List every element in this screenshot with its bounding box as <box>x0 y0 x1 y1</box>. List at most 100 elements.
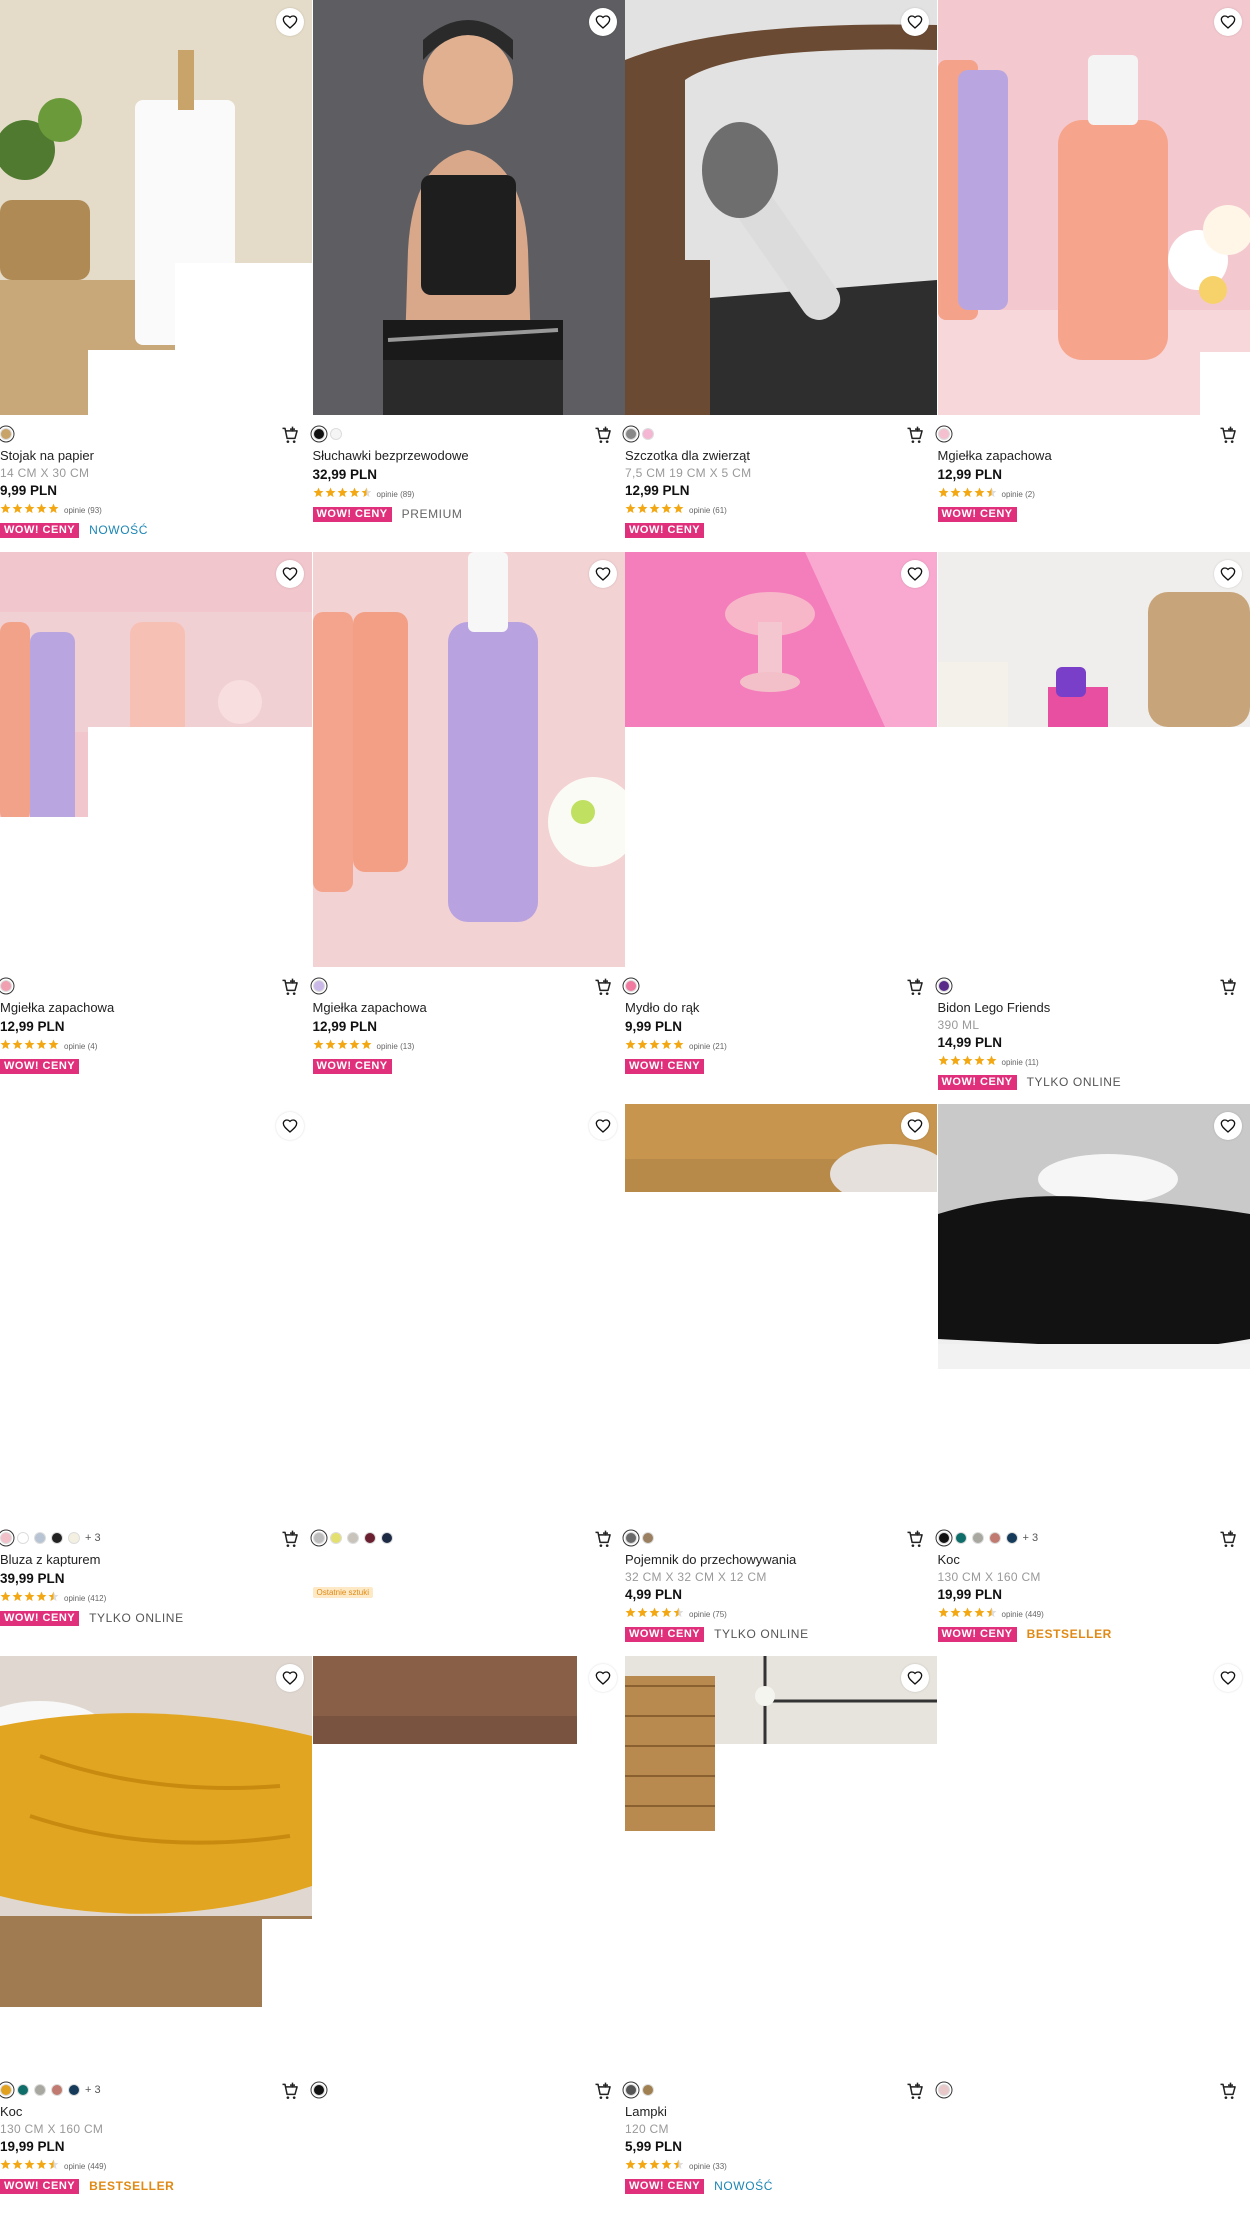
color-swatch[interactable] <box>937 980 950 992</box>
product-card[interactable]: Mgiełka zapachowa 12,99 PLN opinie (13) WOW… <box>312 552 625 1104</box>
color-swatch[interactable] <box>312 2084 325 2096</box>
color-swatch[interactable] <box>625 428 637 440</box>
review-count[interactable]: opinie (449) <box>1002 1610 1044 1619</box>
heart-icon[interactable] <box>1213 8 1242 36</box>
product-image[interactable] <box>937 0 1250 415</box>
heart-icon[interactable] <box>901 1112 929 1140</box>
product-image[interactable] <box>625 1656 937 2071</box>
product-card[interactable]: + 3 Bluza z kapturem 39,99 PLN opinie (412)… <box>0 1104 312 1656</box>
color-swatch[interactable] <box>329 428 342 440</box>
review-count[interactable]: opinie (93) <box>64 506 102 515</box>
color-swatch[interactable] <box>0 2084 12 2096</box>
heart-icon[interactable] <box>901 1664 929 1692</box>
add-to-cart-icon[interactable] <box>905 2081 925 2101</box>
color-swatch[interactable] <box>329 1532 342 1544</box>
product-image[interactable] <box>625 0 937 415</box>
color-swatch[interactable] <box>0 428 12 440</box>
product-card[interactable]: Lampki 120 CM 5,99 PLN opinie (33) WOW! CENY… <box>625 1656 937 2208</box>
add-to-cart-icon[interactable] <box>280 2081 300 2101</box>
product-image[interactable] <box>312 552 625 967</box>
product-image[interactable] <box>0 0 312 415</box>
heart-icon[interactable] <box>276 8 304 36</box>
product-card[interactable]: Stojak na papier 14 CM X 30 CM 9,99 PLN opi… <box>0 0 312 552</box>
color-swatch[interactable] <box>937 428 950 440</box>
color-swatch[interactable] <box>312 428 325 440</box>
color-swatch[interactable] <box>0 1532 12 1544</box>
color-swatch[interactable] <box>312 1532 325 1544</box>
review-count[interactable]: opinie (89) <box>377 490 415 499</box>
product-image[interactable] <box>937 552 1250 967</box>
color-swatch[interactable] <box>625 1532 637 1544</box>
more-colors[interactable]: + 3 <box>1023 1532 1039 1544</box>
product-card[interactable]: + 3 Koc 130 CM X 160 CM 19,99 PLN opinie (44… <box>937 1104 1250 1656</box>
heart-icon[interactable] <box>588 560 617 588</box>
heart-icon[interactable] <box>1213 1112 1242 1140</box>
color-swatch[interactable] <box>346 1532 359 1544</box>
color-swatch[interactable] <box>971 1532 984 1544</box>
heart-icon[interactable] <box>588 1664 617 1692</box>
color-swatch[interactable] <box>34 2084 46 2096</box>
heart-icon[interactable] <box>276 1664 304 1692</box>
product-name[interactable]: Pojemnik do przechowywania <box>625 1551 937 1569</box>
color-swatch[interactable] <box>51 2084 63 2096</box>
product-image[interactable] <box>312 0 625 415</box>
color-swatch[interactable] <box>68 2084 80 2096</box>
product-name[interactable]: Bidon Lego Friends <box>938 999 1250 1017</box>
product-card[interactable] <box>937 1656 1250 2208</box>
product-card[interactable]: Mgiełka zapachowa 12,99 PLN opinie (2) WOW!… <box>937 0 1250 552</box>
color-swatch[interactable] <box>17 2084 29 2096</box>
heart-icon[interactable] <box>901 8 929 36</box>
add-to-cart-icon[interactable] <box>280 1529 300 1549</box>
more-colors[interactable]: + 3 <box>85 2084 101 2096</box>
add-to-cart-icon[interactable] <box>1218 977 1238 997</box>
review-count[interactable]: opinie (2) <box>1002 490 1035 499</box>
more-colors[interactable]: + 3 <box>85 1532 101 1544</box>
product-card[interactable]: Pojemnik do przechowywania 32 CM X 32 CM … <box>625 1104 937 1656</box>
color-swatch[interactable] <box>51 1532 63 1544</box>
product-card[interactable]: Ostatnie sztuki <box>312 1104 625 1656</box>
product-image[interactable] <box>312 1104 625 1519</box>
color-swatch[interactable] <box>642 2084 654 2096</box>
color-swatch[interactable] <box>0 980 12 992</box>
review-count[interactable]: opinie (75) <box>689 1610 727 1619</box>
product-card[interactable]: Mydło do rąk 9,99 PLN opinie (21) WOW! CENY <box>625 552 937 1104</box>
review-count[interactable]: opinie (449) <box>64 2162 106 2171</box>
color-swatch[interactable] <box>1005 1532 1018 1544</box>
heart-icon[interactable] <box>1213 560 1242 588</box>
product-image[interactable] <box>0 552 312 967</box>
product-card[interactable]: Szczotka dla zwierząt 7,5 CM 19 CM X 5 CM… <box>625 0 937 552</box>
add-to-cart-icon[interactable] <box>280 977 300 997</box>
color-swatch[interactable] <box>954 1532 967 1544</box>
product-name[interactable]: Szczotka dla zwierząt <box>625 447 937 465</box>
product-name[interactable]: Mgiełka zapachowa <box>313 999 625 1017</box>
review-count[interactable]: opinie (21) <box>689 1042 727 1051</box>
color-swatch[interactable] <box>937 1532 950 1544</box>
color-swatch[interactable] <box>380 1532 393 1544</box>
product-image[interactable] <box>0 1656 312 2071</box>
add-to-cart-icon[interactable] <box>593 1529 613 1549</box>
color-swatch[interactable] <box>363 1532 376 1544</box>
color-swatch[interactable] <box>988 1532 1001 1544</box>
heart-icon[interactable] <box>276 560 304 588</box>
review-count[interactable]: opinie (4) <box>64 1042 97 1051</box>
color-swatch[interactable] <box>34 1532 46 1544</box>
add-to-cart-icon[interactable] <box>593 425 613 445</box>
product-image[interactable] <box>0 1104 312 1519</box>
add-to-cart-icon[interactable] <box>1218 1529 1238 1549</box>
product-image[interactable] <box>937 1656 1250 2071</box>
product-image[interactable] <box>625 552 937 967</box>
heart-icon[interactable] <box>901 560 929 588</box>
add-to-cart-icon[interactable] <box>593 2081 613 2101</box>
color-swatch[interactable] <box>625 2084 637 2096</box>
product-name[interactable]: Koc <box>938 1551 1250 1569</box>
review-count[interactable]: opinie (13) <box>377 1042 415 1051</box>
review-count[interactable]: opinie (33) <box>689 2162 727 2171</box>
review-count[interactable]: opinie (11) <box>1002 1058 1039 1067</box>
color-swatch[interactable] <box>312 980 325 992</box>
product-card[interactable]: Słuchawki bezprzewodowe 32,99 PLN opinie (… <box>312 0 625 552</box>
add-to-cart-icon[interactable] <box>1218 2081 1238 2101</box>
product-name[interactable]: Lampki <box>625 2103 937 2121</box>
product-card[interactable] <box>312 1656 625 2208</box>
product-name[interactable]: Mydło do rąk <box>625 999 937 1017</box>
heart-icon[interactable] <box>588 8 617 36</box>
